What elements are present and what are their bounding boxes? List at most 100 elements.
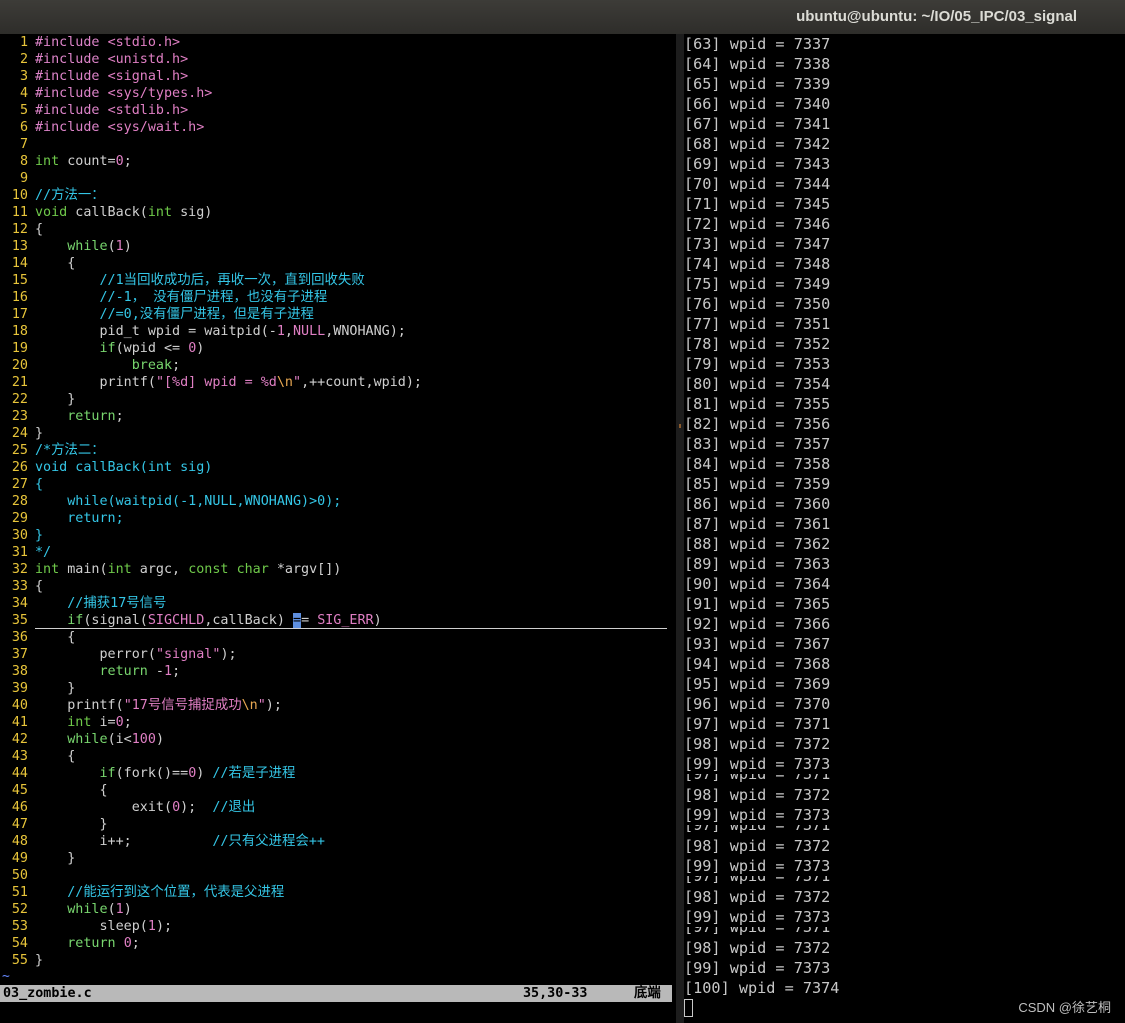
terminal-line: [87] wpid = 7361 (684, 514, 830, 534)
code-line[interactable]: 44 if(fork()==0) //若是子进程 (0, 765, 676, 782)
code-line[interactable]: 5 #include <stdlib.h> (0, 102, 676, 119)
code-line[interactable]: 41 int i=0; (0, 714, 676, 731)
code-line[interactable]: 26 void callBack(int sig) (0, 459, 676, 476)
code-line[interactable]: 14 { (0, 255, 676, 272)
terminal-line: [91] wpid = 7365 (684, 594, 830, 614)
code-line[interactable]: 43 { (0, 748, 676, 765)
code-line[interactable]: 24} (0, 425, 676, 442)
code-line[interactable]: 8 int count=0; (0, 153, 676, 170)
code-token: callBack( (67, 205, 148, 220)
terminal-line-text: [72] wpid = 7346 (684, 215, 831, 233)
code-line[interactable]: 36 { (0, 629, 676, 646)
code-text: perror("signal"); (35, 646, 236, 663)
terminal-line: [98] wpid = 7372 (684, 887, 830, 907)
code-line[interactable]: 27 { (0, 476, 676, 493)
code-line[interactable]: 2 #include <unistd.h> (0, 51, 676, 68)
pane-divider[interactable] (676, 34, 684, 1023)
code-token: int (147, 205, 173, 220)
code-token: " (257, 698, 266, 713)
terminal-line-text: [75] wpid = 7349 (684, 275, 831, 293)
terminal-line-text: [83] wpid = 7357 (684, 435, 831, 453)
code-text: return 0; (35, 935, 140, 952)
code-line[interactable]: 16 //-1， 没有僵尸进程，也没有子进程 (0, 289, 676, 306)
terminal-line: [90] wpid = 7364 (684, 574, 830, 594)
code-line[interactable]: 37 perror("signal"); (0, 646, 676, 663)
code-line[interactable]: 46 exit(0); //退出 (0, 799, 676, 816)
code-token: ) (123, 902, 132, 917)
terminal-line-text: [74] wpid = 7348 (684, 255, 831, 273)
terminal-line: [82] wpid = 7356 (684, 414, 830, 434)
code-line[interactable]: 40 printf("17号信号捕捉成功\n"); (0, 697, 676, 714)
code-line[interactable]: 21 printf("[%d] wpid = %d\n",++count,wpi… (0, 374, 676, 391)
code-line[interactable]: 35 if(signal(SIGCHLD,callBack) == SIG_ER… (0, 612, 676, 629)
code-line[interactable]: 39 } (0, 680, 676, 697)
code-line[interactable]: 49 } (0, 850, 676, 867)
terminal-line-text: [98] wpid = 7372 (684, 786, 831, 804)
code-line[interactable]: 15 //1当回收成功后，再收一次，直到回收失败 (0, 272, 676, 289)
terminal-line: [79] wpid = 7353 (684, 354, 830, 374)
code-line[interactable]: 38 return -1; (0, 663, 676, 680)
code-line[interactable]: 25 /*方法二： (0, 442, 676, 459)
code-line[interactable]: 53 sleep(1); (0, 918, 676, 935)
code-line[interactable]: 50 (0, 867, 676, 884)
code-line[interactable]: 3 #include <signal.h> (0, 68, 676, 85)
code-line[interactable]: 45 { (0, 782, 676, 799)
code-line[interactable]: 29 return; (0, 510, 676, 527)
code-line[interactable]: 11 void callBack(int sig) (0, 204, 676, 221)
code-token: //只有父进程会++ (212, 834, 325, 849)
line-number: 40 (11, 698, 28, 713)
code-line[interactable]: 10 //方法一： (0, 187, 676, 204)
code-text: while(waitpid(-1,NULL,WNOHANG)>0); (35, 493, 341, 510)
code-line[interactable]: 12 { (0, 221, 676, 238)
code-text: if(fork()==0) //若是子进程 (35, 765, 296, 782)
code-line[interactable]: 54 return 0; (0, 935, 676, 952)
terminal-line-text: [98] wpid = 7372 (684, 888, 831, 906)
code-line[interactable]: 30} (0, 527, 676, 544)
code-line[interactable]: 9 (0, 170, 676, 187)
terminal-line-text: [98] wpid = 7372 (684, 837, 831, 855)
terminal-line-text: [99] wpid = 7373 (684, 806, 831, 824)
terminal-line: [97] wpid = 7371 (684, 774, 830, 784)
code-token: ) (196, 341, 205, 356)
code-line[interactable]: 52 while(1) (0, 901, 676, 918)
code-line[interactable]: 6 #include <sys/wait.h> (0, 119, 676, 136)
line-number: 27 (11, 477, 28, 492)
code-line[interactable]: 4 #include <sys/types.h> (0, 85, 676, 102)
code-line[interactable]: 28 while(waitpid(-1,NULL,WNOHANG)>0); (0, 493, 676, 510)
code-line[interactable]: 23 return; (0, 408, 676, 425)
code-line[interactable]: 22 } (0, 391, 676, 408)
code-line[interactable]: 47 } (0, 816, 676, 833)
terminal-output-pane[interactable]: [63] wpid = 7337 [64] wpid = 7338 [65] wpi… (684, 34, 1125, 1023)
code-line[interactable]: 51 //能运行到这个位置，代表是父进程 (0, 884, 676, 901)
code-text: #include <signal.h> (35, 68, 188, 85)
code-line[interactable]: 55} (0, 952, 676, 969)
code-line[interactable]: 13 while(1) (0, 238, 676, 255)
code-line[interactable]: 17 //=0,没有僵尸进程，但是有子进程 (0, 306, 676, 323)
code-line[interactable]: 18 pid_t wpid = waitpid(-1,NULL,WNOHANG)… (0, 323, 676, 340)
text-cursor: = (293, 613, 302, 628)
code-line[interactable]: 20 break; (0, 357, 676, 374)
code-line[interactable]: 48 i++; //只有父进程会++ (0, 833, 676, 850)
code-line[interactable]: 33 { (0, 578, 676, 595)
terminal-line-text: [99] wpid = 7373 (684, 959, 831, 977)
terminal-line-text: [70] wpid = 7344 (684, 175, 831, 193)
vim-editor-pane[interactable]: 1 #include <stdio.h> 2 #include <unistd.h> 3… (0, 34, 676, 1023)
terminal-line-text: [97] wpid = 7371 (684, 774, 831, 783)
terminal-line-text: [81] wpid = 7355 (684, 395, 831, 413)
terminal-line: [98] wpid = 7372 (684, 785, 830, 805)
code-line[interactable]: 31 */ (0, 544, 676, 561)
code-line[interactable]: 7 (0, 136, 676, 153)
code-token: printf( (35, 375, 156, 390)
code-line[interactable]: 34 //捕获17号信号 (0, 595, 676, 612)
code-token: return; (35, 511, 124, 526)
terminal-line-text: [67] wpid = 7341 (684, 115, 831, 133)
code-line[interactable]: 19 if(wpid <= 0) (0, 340, 676, 357)
code-line[interactable]: 32 int main(int argc, const char *argv[]) (0, 561, 676, 578)
code-line[interactable]: 1 #include <stdio.h> (0, 34, 676, 51)
vim-status-line: 03_zombie.c 35,30-33 底端 (0, 985, 672, 1002)
code-line[interactable]: 42 while(i<100) (0, 731, 676, 748)
